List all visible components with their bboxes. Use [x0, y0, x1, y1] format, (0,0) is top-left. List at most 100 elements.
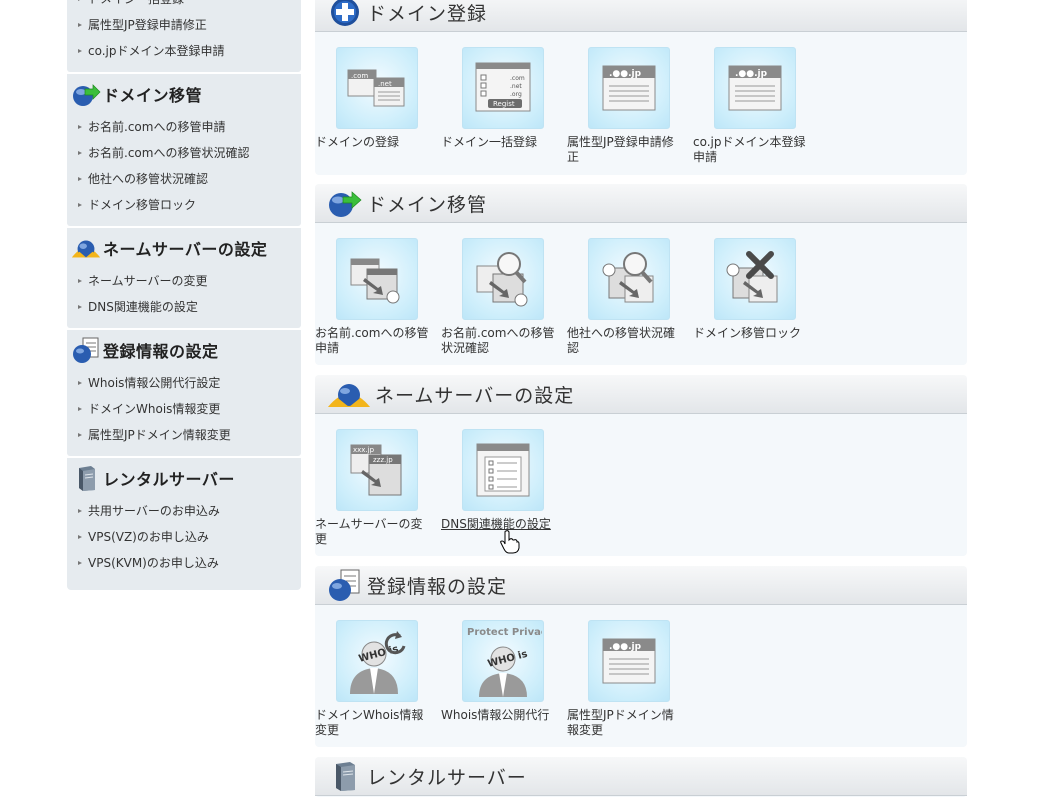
nameserver-globe-icon: [71, 233, 101, 263]
tile-label: ドメインの登録: [315, 135, 400, 149]
tile-label: ドメイン一括登録: [441, 135, 538, 149]
tile-cojp-register[interactable]: .●●.jp co.jpドメイン本登録申請: [693, 47, 811, 165]
tile-label: Whois情報公開代行: [441, 708, 550, 722]
section-rental-server: レンタルサーバー: [315, 757, 967, 797]
sidebar-item-transfer-lock[interactable]: ドメイン移管ロック: [67, 192, 301, 218]
icon-text: Protect Privacy: [467, 627, 542, 638]
section-nameserver: ネームサーバーの設定 xxx.jp zzz.jp ネームサーバーの変更 DNS関連…: [315, 375, 967, 556]
sidebar-heading-registration-info[interactable]: 登録情報の設定: [67, 330, 301, 370]
sidebar-heading-transfer[interactable]: ドメイン移管: [67, 74, 301, 114]
tile-dns-settings[interactable]: DNS関連機能の設定: [441, 429, 559, 532]
sidebar-item-transfer-status[interactable]: お名前.comへの移管状況確認: [67, 140, 301, 166]
plus-circle-icon: [327, 0, 363, 29]
sidebar-item-transfer-out-status[interactable]: 他社への移管状況確認: [67, 166, 301, 192]
sidebar-item-nameserver-change[interactable]: ネームサーバーの変更: [67, 268, 301, 294]
section-title: ドメイン登録: [367, 2, 488, 25]
section-heading: ネームサーバーの設定: [315, 375, 967, 414]
icon-text: .●●.jp: [609, 642, 642, 652]
sidebar-block-transfer: ドメイン移管 お名前.comへの移管申請 お名前.comへの移管状況確認 他社へ…: [67, 74, 301, 226]
tile-label: 属性型JP登録申請修正: [567, 135, 674, 164]
sidebar-item-vps-kvm[interactable]: VPS(KVM)のお申し込み: [67, 550, 301, 576]
tile-nameserver-change[interactable]: xxx.jp zzz.jp ネームサーバーの変更: [315, 429, 433, 547]
tile-label: お名前.comへの移管状況確認: [441, 326, 555, 355]
registration-info-icon: [327, 568, 363, 602]
nameserver-change-icon: xxx.jp zzz.jp: [336, 429, 418, 511]
sidebar-block-domain-register: ドメイン一括登録 属性型JP登録申請修正 co.jpドメイン本登録申請: [67, 0, 301, 72]
sidebar-item-whois-privacy[interactable]: Whois情報公開代行設定: [67, 370, 301, 396]
tile-label: ドメインWhois情報変更: [315, 708, 424, 737]
section-domain-transfer: ドメイン移管 お名前.comへの移管申請 お名前.comへの移管状況確認 他社へ…: [315, 184, 967, 365]
icon-text: .com: [510, 75, 525, 82]
tile-transfer-status[interactable]: お名前.comへの移管状況確認: [441, 238, 559, 356]
sidebar-item-transfer-apply[interactable]: お名前.comへの移管申請: [67, 114, 301, 140]
transfer-search-icon: [462, 238, 544, 320]
icon-text: zzz.jp: [373, 456, 393, 464]
icon-text: .●●.jp: [609, 69, 642, 79]
icon-text: .net: [510, 83, 522, 90]
transfer-boxes-icon: [336, 238, 418, 320]
tile-whois-privacy[interactable]: Protect PrivacyWHO is Whois情報公開代行: [441, 620, 559, 723]
sidebar-item-dns-settings[interactable]: DNS関連機能の設定: [67, 294, 301, 320]
tile-label: お名前.comへの移管申請: [315, 326, 429, 355]
tile-label: ドメイン移管ロック: [693, 326, 802, 340]
tile-whois-change[interactable]: WHO is ドメインWhois情報変更: [315, 620, 433, 738]
sidebar-item-cojp-register[interactable]: co.jpドメイン本登録申請: [67, 38, 301, 64]
icon-text: .org: [510, 91, 522, 98]
section-heading: 登録情報の設定: [315, 566, 967, 605]
sidebar-item-jp-domain-info[interactable]: 属性型JPドメイン情報変更: [67, 422, 301, 448]
section-heading: ドメイン移管: [315, 184, 967, 223]
section-title: ネームサーバーの設定: [375, 384, 575, 407]
jp-window-icon: .●●.jp: [588, 620, 670, 702]
icon-text: .●●.jp: [735, 69, 768, 79]
sidebar-item-whois-change[interactable]: ドメインWhois情報変更: [67, 396, 301, 422]
sidebar-heading-label: ドメイン移管: [103, 86, 203, 105]
tile-transfer-apply[interactable]: お名前.comへの移管申請: [315, 238, 433, 356]
tile-transfer-out-status[interactable]: 他社への移管状況確認: [567, 238, 685, 356]
sidebar-item-shared-server[interactable]: 共用サーバーのお申込み: [67, 498, 301, 524]
section-heading: レンタルサーバー: [315, 757, 967, 796]
jp-window-icon: .●●.jp: [714, 47, 796, 129]
jp-window-icon: .●●.jp: [588, 47, 670, 129]
sidebar-block-registration-info: 登録情報の設定 Whois情報公開代行設定 ドメインWhois情報変更 属性型J…: [67, 330, 301, 456]
tile-label: ネームサーバーの変更: [315, 517, 423, 546]
nameserver-globe-icon: [327, 377, 371, 411]
tile-label: DNS関連機能の設定: [441, 517, 551, 531]
tile-transfer-lock[interactable]: ドメイン移管ロック: [693, 238, 811, 341]
tile-label: co.jpドメイン本登録申請: [693, 135, 806, 164]
sidebar-heading-label: 登録情報の設定: [103, 342, 219, 361]
tile-jp-attribute-fix[interactable]: .●●.jp 属性型JP登録申請修正: [567, 47, 685, 165]
server-tower-icon: [71, 463, 101, 493]
icon-text: .net: [378, 80, 392, 88]
tile-label: 他社への移管状況確認: [567, 326, 676, 355]
section-title: レンタルサーバー: [367, 766, 527, 789]
sidebar-nav: ドメイン一括登録 属性型JP登録申請修正 co.jpドメイン本登録申請 ドメイン…: [67, 0, 301, 592]
tile-domain-register[interactable]: .com .net ドメインの登録: [315, 47, 433, 150]
sidebar-heading-label: レンタルサーバー: [103, 470, 235, 489]
sidebar-item-vps-vz[interactable]: VPS(VZ)のお申し込み: [67, 524, 301, 550]
section-registration-info: 登録情報の設定 WHO is ドメインWhois情報変更 Protect Pri…: [315, 566, 967, 747]
icon-text: .com: [351, 72, 368, 80]
sidebar-block-rental-server: レンタルサーバー 共用サーバーのお申込み VPS(VZ)のお申し込み VPS(K…: [67, 458, 301, 590]
server-tower-icon: [327, 759, 363, 793]
tile-jp-domain-info[interactable]: .●●.jp 属性型JPドメイン情報変更: [567, 620, 685, 738]
section-heading: ドメイン登録: [315, 0, 967, 32]
sidebar-heading-label: ネームサーバーの設定: [103, 240, 268, 259]
section-domain-register: ドメイン登録 .com .net ドメインの登録 .com .net .org Regi…: [315, 0, 967, 175]
sidebar-item-bulk-register[interactable]: ドメイン一括登録: [67, 0, 301, 12]
section-title: ドメイン移管: [367, 193, 488, 216]
tile-bulk-register[interactable]: .com .net .org Regist ドメイン一括登録: [441, 47, 559, 150]
sidebar-heading-nameserver[interactable]: ネームサーバーの設定: [67, 228, 301, 268]
dns-settings-form-icon: [462, 429, 544, 511]
transfer-globe-icon: [71, 79, 101, 109]
section-title: 登録情報の設定: [367, 575, 508, 598]
registration-info-icon: [71, 335, 101, 365]
transfer-lock-icon: [714, 238, 796, 320]
transfer-globe-icon: [327, 186, 363, 220]
icon-text: xxx.jp: [353, 446, 375, 454]
icon-text: Regist: [493, 100, 515, 108]
transfer-search-icon: [588, 238, 670, 320]
whois-refresh-person-icon: WHO is: [336, 620, 418, 702]
sidebar-item-jp-attribute-fix[interactable]: 属性型JP登録申請修正: [67, 12, 301, 38]
bulk-register-form-icon: .com .net .org Regist: [462, 47, 544, 129]
sidebar-heading-rental-server[interactable]: レンタルサーバー: [67, 458, 301, 498]
